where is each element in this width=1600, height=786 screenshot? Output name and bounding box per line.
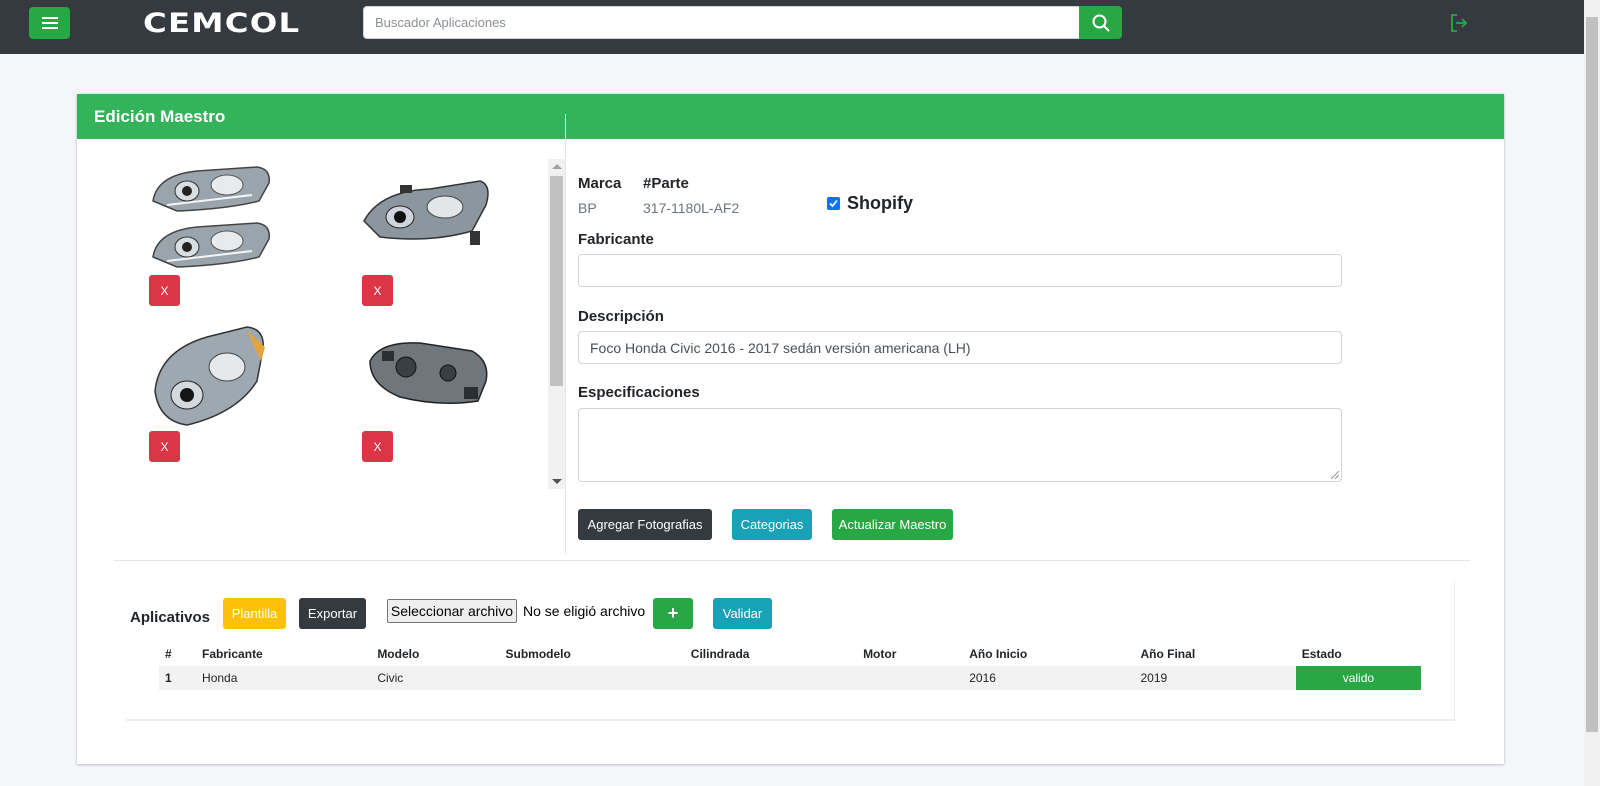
seleccionar-archivo-button[interactable]: Seleccionar archivo xyxy=(387,599,517,623)
headlight-rear-photo xyxy=(369,342,488,404)
fabricante-cell: Honda xyxy=(196,666,372,690)
headlight-angle-photo xyxy=(154,326,265,426)
column-header: Año Final xyxy=(1140,647,1196,661)
column-header: Motor xyxy=(863,647,897,661)
delete-image-1-button[interactable]: X xyxy=(149,275,180,306)
delete-image-2-button[interactable]: X xyxy=(362,275,393,306)
modelo-cell: Civic xyxy=(371,666,500,690)
gallery-scrollbar[interactable] xyxy=(548,159,565,489)
delete-image-4-button[interactable]: X xyxy=(362,431,393,462)
delete-image-3-button[interactable]: X xyxy=(149,431,180,462)
column-header: Submodelo xyxy=(505,647,571,661)
table-row[interactable]: 1 Honda Civic 2016 2019 valido xyxy=(159,666,1421,690)
row-number: 1 xyxy=(159,666,197,690)
especificaciones-field[interactable] xyxy=(578,408,1342,482)
descripcion-label: Descripción xyxy=(578,308,664,325)
search-button[interactable] xyxy=(1079,6,1122,39)
headlight-side-photo xyxy=(363,180,489,245)
shopify-label: Shopify xyxy=(847,193,913,213)
search-input[interactable] xyxy=(363,6,1080,39)
check-icon xyxy=(829,199,838,208)
column-header: Modelo xyxy=(377,647,420,661)
column-header: Estado xyxy=(1301,647,1342,661)
column-header: Año Inicio xyxy=(969,647,1028,661)
aplicativos-section: Aplicativos Plantilla Exportar Seleccion… xyxy=(126,581,1455,721)
scroll-down-arrow-icon[interactable] xyxy=(552,479,562,484)
edicion-maestro-card: Edición Maestro X X X X Marca BP #Parte … xyxy=(77,94,1504,764)
top-navbar: CEMCOL xyxy=(0,0,1584,54)
hamburger-icon xyxy=(41,22,58,24)
exportar-button[interactable]: Exportar xyxy=(299,598,366,629)
aplicativos-title: Aplicativos xyxy=(130,609,211,626)
logout-icon[interactable] xyxy=(1448,12,1470,34)
column-divider xyxy=(565,114,566,554)
file-status: No se eligió archivo xyxy=(523,603,646,619)
shopify-checkbox[interactable] xyxy=(827,197,840,210)
agregar-fotografias-button[interactable]: Agregar Fotografias xyxy=(578,509,712,540)
ano-final-cell: 2019 xyxy=(1134,666,1296,690)
fabricante-label: Fabricante xyxy=(578,231,654,248)
column-header: Cilindrada xyxy=(690,647,750,661)
marca-value: BP xyxy=(578,200,597,216)
resize-grip-icon[interactable] xyxy=(1331,471,1339,479)
submodelo-cell xyxy=(499,666,685,690)
column-header: # xyxy=(165,647,172,661)
card-title: Edición Maestro xyxy=(77,94,1504,139)
aplicativos-table: # Fabricante Modelo Submodelo Cilindrada… xyxy=(159,642,1421,690)
image-gallery: X X X X xyxy=(77,139,565,584)
menu-toggle-button[interactable] xyxy=(29,7,70,39)
cilindrada-cell xyxy=(684,666,858,690)
scroll-up-arrow-icon[interactable] xyxy=(552,164,562,169)
shopify-toggle[interactable]: Shopify xyxy=(827,193,913,214)
estado-cell: valido xyxy=(1295,666,1421,690)
cemcol-logo[interactable]: CEMCOL xyxy=(143,8,300,39)
table-header-row: # Fabricante Modelo Submodelo Cilindrada… xyxy=(159,642,1421,666)
status-badge: valido xyxy=(1295,666,1421,690)
headlight-pair-photo xyxy=(152,166,270,268)
page-scroll-thumb[interactable] xyxy=(1586,17,1598,732)
ano-inicio-cell: 2016 xyxy=(963,666,1135,690)
column-header: Fabricante xyxy=(202,647,263,661)
plantilla-button[interactable]: Plantilla xyxy=(223,598,286,629)
fabricante-field[interactable] xyxy=(578,254,1342,287)
actualizar-maestro-button[interactable]: Actualizar Maestro xyxy=(832,509,953,540)
section-divider xyxy=(114,560,1470,561)
parte-label: #Parte xyxy=(643,175,689,192)
parte-value: 317-1180L-AF2 xyxy=(643,200,740,216)
search-icon xyxy=(1092,14,1109,31)
gallery-scroll-thumb[interactable] xyxy=(550,176,563,386)
descripcion-field[interactable] xyxy=(578,331,1342,364)
marca-label: Marca xyxy=(578,175,622,192)
validar-button[interactable]: Validar xyxy=(713,598,772,629)
especificaciones-label: Especificaciones xyxy=(578,384,700,401)
add-aplicativo-button[interactable]: + xyxy=(653,598,693,629)
categorias-button[interactable]: Categorias xyxy=(732,509,812,540)
motor-cell xyxy=(857,666,964,690)
page-scrollbar[interactable] xyxy=(1584,0,1600,786)
